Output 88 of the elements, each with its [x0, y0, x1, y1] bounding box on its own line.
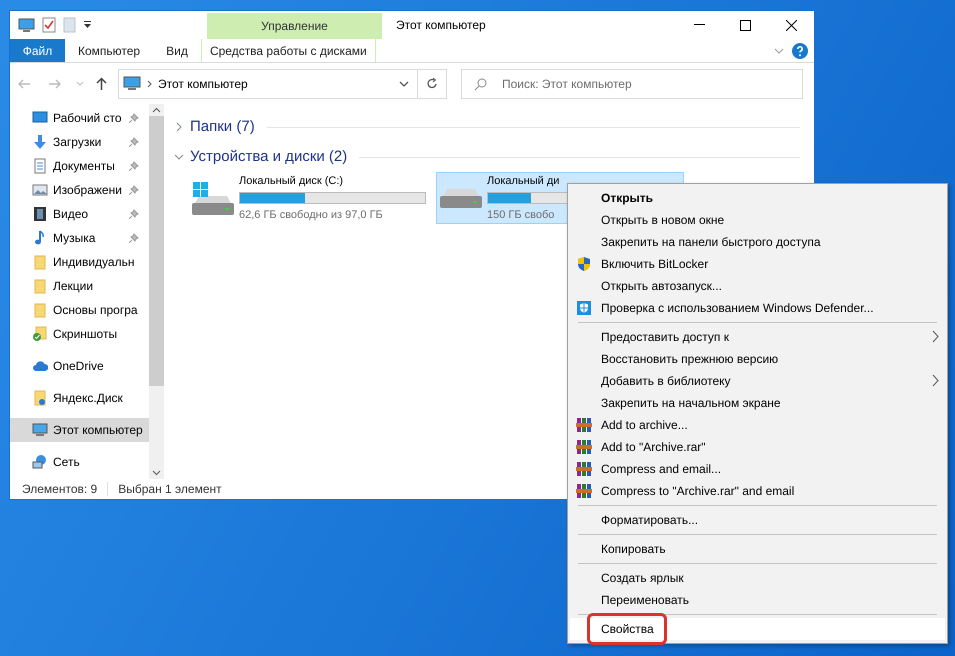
menu-item[interactable]: Включить BitLocker — [570, 253, 945, 275]
drive-tile[interactable]: Локальный диск (C:) 62,6 ГБ свободно из 97,0 ГБ — [188, 172, 436, 224]
chevron-down-icon[interactable] — [174, 152, 184, 162]
menu-item[interactable]: Переименовать — [570, 589, 945, 611]
menu-item[interactable]: Add to "Archive.rar" — [570, 436, 945, 458]
sidebar-item[interactable]: Видео — [10, 202, 149, 226]
window-title: Этот компьютер — [396, 17, 486, 34]
menu-item[interactable]: Закрепить на начальном экране — [570, 392, 945, 414]
ribbon-tab[interactable]: Вид — [153, 39, 201, 62]
sidebar-item[interactable]: Музыка — [10, 226, 149, 250]
shield-icon — [576, 300, 592, 316]
sidebar-item[interactable]: Изображени — [10, 178, 149, 202]
scroll-down-icon[interactable] — [152, 470, 161, 476]
refresh-icon — [426, 77, 438, 90]
document-icon — [32, 158, 48, 174]
free-space-text: 62,6 ГБ свободно из 97,0 ГБ — [239, 208, 383, 223]
archive-books-icon — [576, 483, 592, 499]
folder-icon — [32, 390, 48, 406]
folder-icon — [32, 254, 48, 270]
scrollbar-thumb[interactable] — [149, 116, 164, 386]
monitor-icon — [123, 76, 141, 91]
menu-item[interactable]: Копировать — [570, 538, 945, 560]
ribbon-tab[interactable]: Компьютер — [65, 39, 154, 62]
sidebar-item[interactable]: Этот компьютер — [10, 418, 149, 442]
sidebar-item[interactable]: Скриншоты — [10, 322, 149, 346]
help-icon[interactable] — [792, 42, 808, 58]
sidebar-item[interactable]: Загрузки — [10, 130, 149, 154]
sidebar-item[interactable]: Лекции — [10, 274, 149, 298]
menu-item[interactable]: Открыть автозапуск... — [570, 275, 945, 297]
sidebar-item[interactable]: Сеть — [10, 450, 149, 474]
sidebar-item[interactable]: OneDrive — [10, 354, 149, 378]
maximize-icon[interactable] — [740, 20, 750, 30]
picture-icon — [32, 182, 48, 198]
customize-caret-icon[interactable] — [83, 20, 92, 30]
group-header[interactable]: Устройства и диски (2) — [190, 146, 348, 168]
ribbon-tab[interactable]: Средства работы с дисками — [200, 39, 376, 62]
chevron-icon — [147, 80, 152, 88]
free-space-text: 150 ГБ свобо — [487, 208, 554, 223]
minimize-icon[interactable] — [694, 24, 704, 26]
folder-icon — [32, 278, 48, 294]
download-arrow-icon — [32, 134, 48, 150]
sidebar-item[interactable]: Основы програ — [10, 298, 149, 322]
sidebar-item[interactable]: Индивидуальн — [10, 250, 149, 274]
menu-item[interactable]: Add to archive... — [570, 414, 945, 436]
network-icon — [32, 454, 48, 470]
system-drive-icon — [191, 180, 235, 216]
expand-ribbon-icon[interactable] — [774, 48, 784, 54]
folder-icon — [32, 302, 48, 318]
properties-check-icon[interactable] — [42, 17, 56, 33]
menu-item[interactable]: Закрепить на панели быстрого доступа — [570, 231, 945, 253]
menu-item[interactable]: Проверка с использованием Windows Defender... — [570, 297, 945, 319]
drive-name: Локальный диск (C:) — [239, 174, 344, 188]
archive-books-icon — [576, 439, 592, 455]
scroll-up-icon[interactable] — [152, 107, 161, 113]
address-bar[interactable]: Этот компьютер — [118, 68, 418, 98]
drive-name: Локальный ди — [487, 174, 560, 188]
menu-item[interactable]: Compress to "Archive.rar" and email — [570, 480, 945, 502]
menu-item[interactable]: Добавить в библиотеку — [570, 370, 945, 392]
film-icon — [32, 206, 48, 222]
menu-item[interactable]: Compress and email... — [570, 458, 945, 480]
drive-icon — [439, 188, 483, 208]
menu-item[interactable]: Предоставить доступ к — [570, 326, 945, 348]
group-header[interactable]: Папки (7) — [190, 116, 255, 138]
archive-books-icon — [576, 461, 592, 477]
menu-item[interactable]: Создать ярлык — [570, 567, 945, 589]
monitor-icon[interactable] — [18, 18, 35, 32]
dropdown-caret-icon[interactable] — [399, 80, 409, 86]
refresh-button[interactable] — [418, 68, 447, 98]
archive-books-icon — [576, 417, 592, 433]
search-icon — [474, 78, 487, 90]
chevron-right-icon[interactable] — [174, 122, 184, 132]
search-field[interactable]: Поиск: Этот компьютер — [461, 68, 803, 98]
menu-item[interactable]: Свойства — [570, 618, 945, 640]
ribbon-tab[interactable]: Файл — [10, 39, 65, 62]
up-arrow-icon[interactable] — [96, 76, 106, 90]
sidebar-item[interactable]: Яндекс.Диск — [10, 386, 149, 410]
sidebar-item[interactable]: Рабочий сто — [10, 106, 149, 130]
sidebar-item[interactable]: Документы — [10, 154, 149, 178]
close-icon[interactable] — [786, 20, 796, 30]
scrollbar[interactable] — [149, 104, 164, 479]
shield-icon — [576, 256, 592, 272]
monitor-icon — [32, 422, 48, 438]
folder-check-icon — [32, 326, 48, 342]
menu-item[interactable]: Форматировать... — [570, 509, 945, 531]
menu-item[interactable]: Восстановить прежнюю версию — [570, 348, 945, 370]
ribbon-group-label: Управление — [207, 13, 382, 39]
status-text: Элементов: 9 — [22, 481, 98, 498]
status-text: Выбран 1 элемент — [118, 481, 222, 498]
